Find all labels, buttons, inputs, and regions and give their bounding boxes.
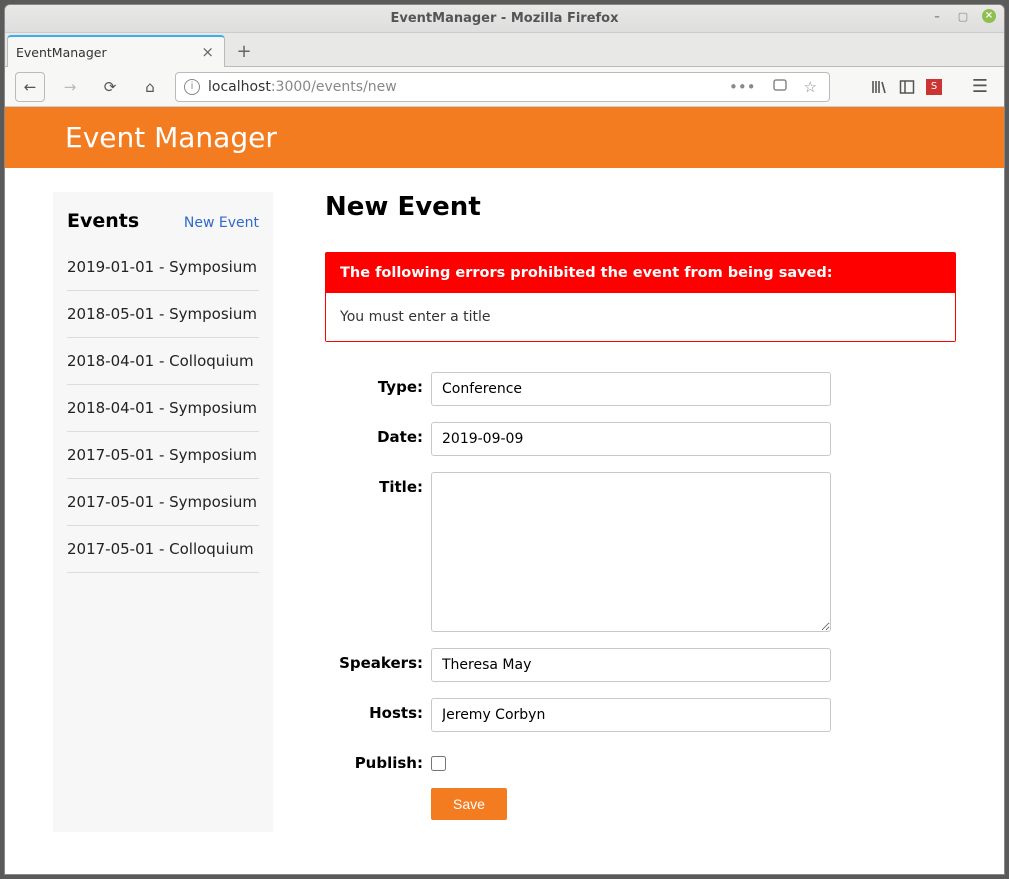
field-speakers: Speakers:: [325, 648, 956, 682]
page-title: New Event: [325, 192, 956, 222]
list-item[interactable]: 2018-05-01 - Symposium: [67, 291, 259, 338]
list-item[interactable]: 2019-01-01 - Symposium: [67, 244, 259, 291]
type-input[interactable]: [431, 372, 831, 406]
browser-tabstrip: EventManager × +: [5, 33, 1004, 67]
window-controls: – ▢ ×: [930, 9, 996, 23]
field-date: Date:: [325, 422, 956, 456]
hosts-input[interactable]: [431, 698, 831, 732]
firefox-window: EventManager - Mozilla Firefox – ▢ × Eve…: [4, 4, 1005, 875]
reload-button[interactable]: ⟳: [95, 72, 125, 102]
arrow-right-icon: →: [64, 78, 77, 96]
home-button[interactable]: ⌂: [135, 72, 165, 102]
publish-label: Publish:: [325, 748, 431, 772]
window-title: EventManager - Mozilla Firefox: [391, 11, 619, 26]
sidebar-icon[interactable]: [898, 78, 916, 96]
hamburger-menu-icon[interactable]: ☰: [966, 73, 994, 101]
save-button[interactable]: Save: [431, 788, 507, 820]
field-type: Type:: [325, 372, 956, 406]
events-sidebar: Events New Event 2019-01-01 - Symposium …: [53, 192, 273, 832]
window-titlebar: EventManager - Mozilla Firefox – ▢ ×: [5, 5, 1004, 33]
browser-toolbar: ← → ⟳ ⌂ i localhost:3000/events/new ••• …: [5, 67, 1004, 107]
sidebar-head: Events New Event: [67, 210, 259, 232]
url-host: localhost: [208, 79, 271, 95]
list-item[interactable]: 2017-05-01 - Colloquium: [67, 526, 259, 573]
speakers-label: Speakers:: [325, 648, 431, 672]
main-panel: New Event The following errors prohibite…: [325, 192, 956, 836]
field-publish: Publish:: [325, 748, 956, 772]
url-bar[interactable]: i localhost:3000/events/new ••• ☆: [175, 72, 830, 102]
publish-checkbox[interactable]: [431, 756, 446, 771]
event-form: Type: Date: Title: Speakers:: [325, 372, 956, 820]
date-input[interactable]: [431, 422, 831, 456]
new-tab-button[interactable]: +: [229, 36, 259, 66]
library-icon[interactable]: [870, 78, 888, 96]
field-title: Title:: [325, 472, 956, 632]
field-submit: Save: [325, 788, 956, 820]
tab-label: EventManager: [16, 45, 199, 60]
bookmark-star-icon[interactable]: ☆: [800, 78, 821, 96]
app-header: Event Manager: [5, 107, 1004, 168]
toolbar-right: S: [870, 78, 942, 96]
minimize-icon[interactable]: –: [930, 9, 944, 23]
forward-button[interactable]: →: [55, 72, 85, 102]
app-title: Event Manager: [65, 121, 277, 154]
speakers-input[interactable]: [431, 648, 831, 682]
error-message: You must enter a title: [326, 293, 955, 341]
type-label: Type:: [325, 372, 431, 396]
url-path: :3000/events/new: [271, 79, 397, 95]
back-button[interactable]: ←: [15, 72, 45, 102]
list-item[interactable]: 2018-04-01 - Symposium: [67, 385, 259, 432]
close-icon[interactable]: ×: [982, 9, 996, 23]
list-item[interactable]: 2017-05-01 - Symposium: [67, 479, 259, 526]
title-textarea[interactable]: [431, 472, 831, 632]
tab-close-icon[interactable]: ×: [199, 43, 216, 61]
hosts-label: Hosts:: [325, 698, 431, 722]
list-item[interactable]: 2017-05-01 - Symposium: [67, 432, 259, 479]
reader-mode-icon[interactable]: [768, 77, 792, 97]
date-label: Date:: [325, 422, 431, 446]
error-box: The following errors prohibited the even…: [325, 252, 956, 342]
arrow-left-icon: ←: [24, 78, 37, 96]
app-body: Events New Event 2019-01-01 - Symposium …: [5, 168, 1004, 874]
reload-icon: ⟳: [104, 78, 117, 96]
maximize-icon[interactable]: ▢: [956, 9, 970, 23]
page-content: Event Manager Events New Event 2019-01-0…: [5, 107, 1004, 874]
sidebar-title: Events: [67, 210, 139, 232]
browser-tab-active[interactable]: EventManager ×: [7, 35, 225, 67]
error-heading: The following errors prohibited the even…: [326, 253, 955, 293]
home-icon: ⌂: [145, 78, 155, 96]
new-event-link[interactable]: New Event: [184, 215, 259, 231]
field-hosts: Hosts:: [325, 698, 956, 732]
site-info-icon[interactable]: i: [184, 79, 200, 95]
list-item[interactable]: 2018-04-01 - Colloquium: [67, 338, 259, 385]
page-actions-icon[interactable]: •••: [725, 78, 760, 96]
title-label: Title:: [325, 472, 431, 496]
noscript-icon[interactable]: S: [926, 79, 942, 95]
